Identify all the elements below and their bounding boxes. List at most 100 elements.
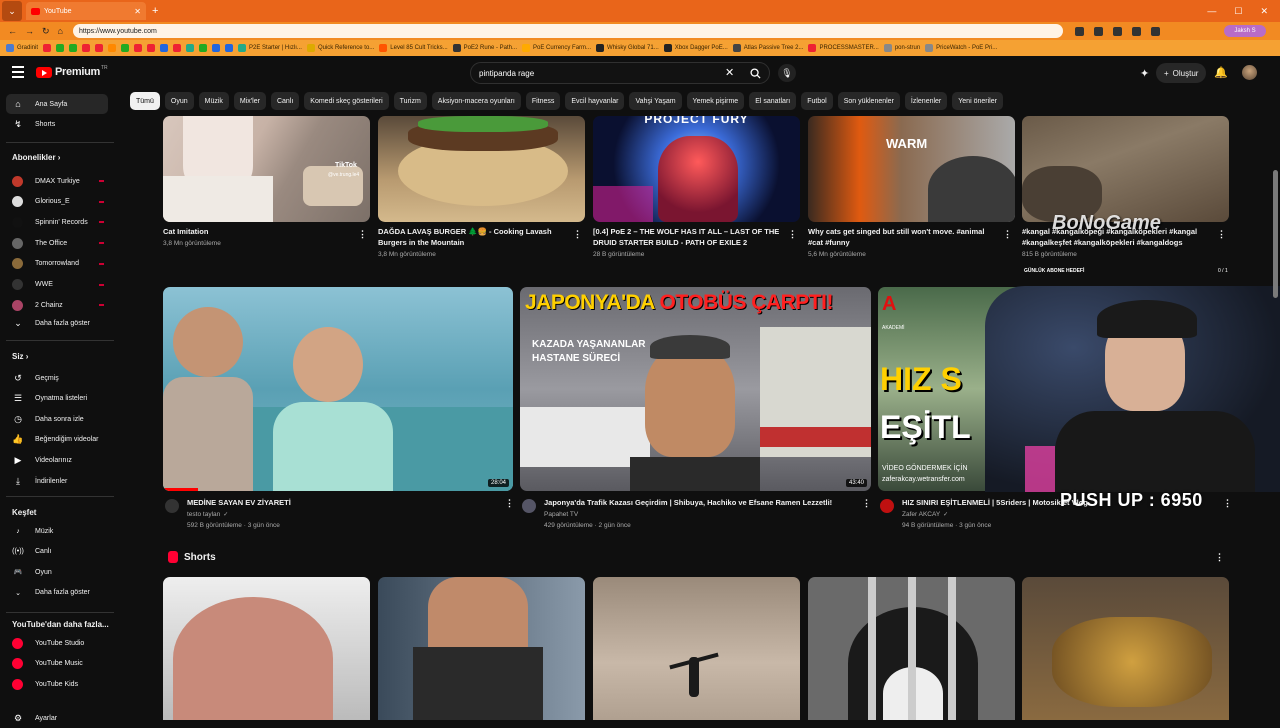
bookmark-item[interactable]: Xbox Dagger PoE...: [663, 44, 728, 52]
tab-search-button[interactable]: ⌄: [2, 1, 22, 21]
more-actions-icon[interactable]: ⋮: [1223, 498, 1232, 509]
more-actions-icon[interactable]: ⋮: [358, 229, 367, 240]
sidebar-item-explore[interactable]: ((•)) Canlı: [6, 542, 108, 562]
channel-name[interactable]: Zafer AKCAY ✓: [902, 510, 948, 520]
bookmark-item[interactable]: [186, 44, 195, 52]
forward-icon[interactable]: →: [25, 26, 34, 36]
chip-filter[interactable]: Canlı: [270, 92, 300, 110]
bookmark-item[interactable]: [95, 44, 104, 52]
search-input[interactable]: pintipanda rage ✕: [470, 62, 770, 84]
voice-search-button[interactable]: 🎙: [778, 64, 796, 82]
maximize-icon[interactable]: ☐: [1234, 6, 1242, 17]
more-actions-icon[interactable]: ⋮: [573, 229, 582, 240]
sidebar-item-explore[interactable]: ♪ Müzik: [6, 521, 108, 541]
new-tab-button[interactable]: +: [152, 5, 158, 17]
chip-filter[interactable]: Aksiyon-macera oyunları: [431, 92, 521, 110]
chip-filter[interactable]: Turizm: [393, 92, 427, 110]
bookmark-item[interactable]: [121, 44, 130, 52]
bookmark-item[interactable]: [108, 44, 117, 52]
bookmark-item[interactable]: PoE2 Rune - Path...: [452, 44, 517, 52]
video-thumbnail[interactable]: PROJECT FURY: [593, 116, 800, 222]
bookmark-item[interactable]: [199, 44, 208, 52]
more-actions-icon[interactable]: ⋮: [788, 229, 797, 240]
more-actions-icon[interactable]: ⋮: [1217, 229, 1226, 240]
bookmark-item[interactable]: [56, 44, 65, 52]
bookmark-item[interactable]: [134, 44, 143, 52]
sidebar-item-show-more[interactable]: ⌄ Daha fazla göster: [6, 313, 108, 333]
browser-tab[interactable]: YouTube ✕: [26, 2, 146, 20]
video-thumbnail[interactable]: [1022, 116, 1229, 222]
sidebar-item-explore[interactable]: 🎮 Oyun: [6, 562, 108, 582]
chip-filter[interactable]: Müzik: [198, 92, 229, 110]
chip-filter[interactable]: Mix'ler: [233, 92, 266, 110]
sidebar-item-more[interactable]: YouTube Kids: [6, 674, 108, 694]
video-title[interactable]: Why cats get singed but still won't move…: [808, 226, 998, 248]
bookmark-item[interactable]: [43, 44, 52, 52]
sidebar-item-you[interactable]: ↺ Geçmiş: [6, 368, 108, 388]
more-actions-icon[interactable]: ⋮: [505, 498, 514, 509]
bookmark-item[interactable]: Quick Reference to...: [306, 44, 374, 52]
channel-avatar[interactable]: [880, 499, 894, 513]
video-title[interactable]: MEDİNE SAYAN EV ZİYARETİ: [187, 497, 497, 508]
extension-icon[interactable]: [1074, 26, 1084, 36]
bookmark-star-icon[interactable]: [1093, 26, 1103, 36]
sidebar-item-you[interactable]: ⤓ İndirilenler: [6, 471, 108, 491]
video-thumbnail[interactable]: [378, 116, 585, 222]
close-window-icon[interactable]: ✕: [1260, 6, 1268, 17]
video-title[interactable]: HIZ SINIRI EŞİTLENMELİ | 5Sriders | Moto…: [902, 497, 1122, 508]
you-heading[interactable]: Siz ›: [12, 352, 28, 361]
bookmark-item[interactable]: [173, 44, 182, 52]
sidebar-item-subscription[interactable]: Spinnin' Records: [6, 212, 108, 232]
chip-filter[interactable]: Fitness: [525, 92, 561, 110]
bookmark-item[interactable]: PROCESSMASTER...: [808, 44, 879, 52]
youtube-logo[interactable]: Premium TR: [36, 65, 108, 78]
channel-name[interactable]: Papahet TV: [544, 510, 578, 520]
back-icon[interactable]: ←: [8, 26, 17, 36]
bookmark-item[interactable]: [82, 44, 91, 52]
sidebar-item-home[interactable]: ⌂ Ana Sayfa: [6, 94, 108, 114]
chip-filter[interactable]: El sanatları: [749, 92, 797, 110]
sidebar-item-you[interactable]: 👍 Beğendiğim videolar: [6, 430, 108, 450]
sidebar-item-you[interactable]: ◷ Daha sonra izle: [6, 409, 108, 429]
cast-icon[interactable]: ✦: [1140, 67, 1149, 80]
hamburger-menu-icon[interactable]: [12, 66, 24, 78]
channel-avatar[interactable]: [165, 499, 179, 513]
home-icon[interactable]: ⌂: [58, 26, 63, 36]
sidebar-item-you[interactable]: ☰ Oynatma listeleri: [6, 389, 108, 409]
page-scrollbar[interactable]: [1273, 170, 1278, 298]
reload-icon[interactable]: ↻: [42, 26, 50, 37]
sidebar-item-more[interactable]: YouTube Music: [6, 654, 108, 674]
search-button[interactable]: [744, 65, 766, 81]
chip-filter[interactable]: Yemek pişirme: [686, 92, 745, 110]
bookmark-item[interactable]: PoE Currency Farm...: [522, 44, 591, 52]
video-thumbnail[interactable]: 28:04: [163, 287, 513, 491]
bookmark-item[interactable]: PriceWatch - PoE Pri...: [925, 44, 997, 52]
extension-icon[interactable]: [1150, 26, 1160, 36]
sidebar-item-subscription[interactable]: Tomorrowland: [6, 254, 108, 274]
video-title[interactable]: Japonya'da Trafik Kazası Geçirdim | Shib…: [544, 497, 854, 508]
address-bar[interactable]: https://www.youtube.com: [72, 24, 1063, 38]
create-button[interactable]: + Oluştur: [1156, 63, 1207, 83]
subscriptions-heading[interactable]: Abonelikler ›: [12, 153, 60, 162]
bookmark-item[interactable]: Whisky Global 71...: [596, 44, 659, 52]
chip-filter[interactable]: Evcil hayvanlar: [565, 92, 625, 110]
bookmark-item[interactable]: [147, 44, 156, 52]
bookmark-item[interactable]: pon-strun: [883, 44, 920, 52]
sidebar-item-explore[interactable]: ⌄ Daha fazla göster: [6, 583, 108, 603]
sidebar-item-subscription[interactable]: DMAX Turkiye: [6, 171, 108, 191]
bookmark-item[interactable]: [69, 44, 78, 52]
extension-icon[interactable]: [1112, 26, 1122, 36]
chip-filter[interactable]: Yeni öneriler: [952, 92, 1003, 110]
bookmark-item[interactable]: [225, 44, 234, 52]
bookmark-item[interactable]: Atlas Passive Tree 2...: [732, 44, 803, 52]
notifications-bell-icon[interactable]: 🔔: [1214, 66, 1228, 79]
channel-avatar[interactable]: [522, 499, 536, 513]
bookmark-item[interactable]: Level 85 Cult Tricks...: [379, 44, 448, 52]
video-thumbnail[interactable]: WARM: [808, 116, 1015, 222]
more-actions-icon[interactable]: ⋮: [1003, 229, 1012, 240]
avatar[interactable]: [1242, 65, 1257, 80]
video-thumbnail[interactable]: TikTok @ve.trung.le4: [163, 116, 370, 222]
chip-filter[interactable]: Komedi skeç gösterileri: [304, 92, 389, 110]
video-title[interactable]: #kangal #kangalköpeği #kangalköpekleri #…: [1022, 226, 1212, 248]
clear-search-icon[interactable]: ✕: [725, 66, 734, 79]
